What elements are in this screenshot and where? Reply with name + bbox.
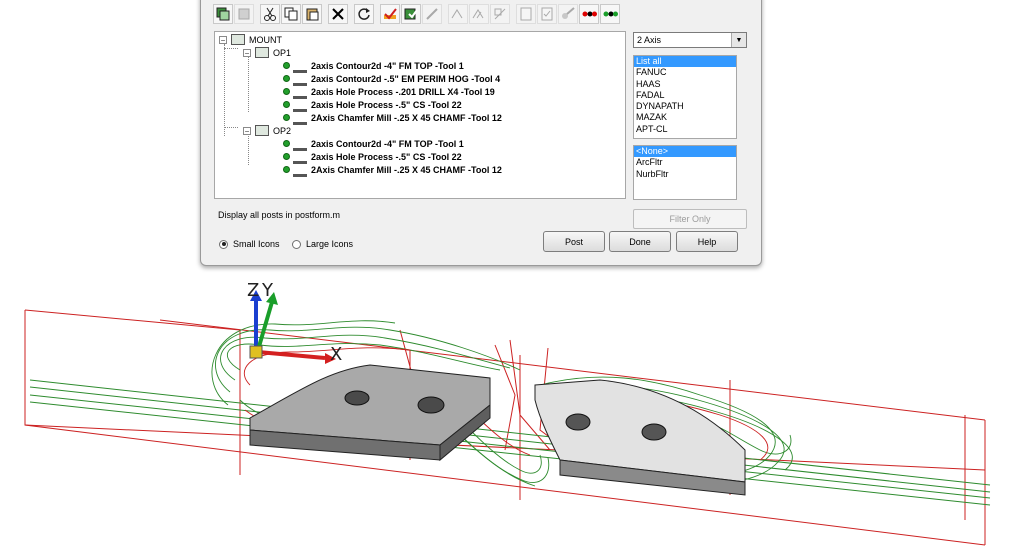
- tree-op1[interactable]: − OP1: [243, 46, 291, 59]
- document-icon[interactable]: [516, 4, 536, 24]
- status-dot-icon: [283, 101, 290, 108]
- mount-icon: [231, 34, 245, 45]
- post-process-icon[interactable]: [401, 4, 421, 24]
- tree-item[interactable]: 2axis Contour2d -4" FM TOP -Tool 1: [283, 137, 464, 151]
- status-dot-icon: [283, 166, 290, 173]
- verify-icon[interactable]: [380, 4, 400, 24]
- radio-unselected-icon[interactable]: [292, 239, 301, 249]
- paste-icon[interactable]: [302, 4, 322, 24]
- filter-list[interactable]: <None> ArcFltr NurbFltr: [633, 145, 737, 200]
- filter-only-button[interactable]: Filter Only: [633, 209, 747, 229]
- tree-op2[interactable]: − OP2: [243, 124, 291, 137]
- tree-root[interactable]: − MOUNT: [219, 33, 282, 46]
- tree-item[interactable]: 2axis Hole Process -.5" CS -Tool 22: [283, 150, 462, 164]
- dot-green-icon[interactable]: [600, 4, 620, 24]
- tree-item[interactable]: 2Axis Chamfer Mill -.25 X 45 CHAMF -Tool…: [283, 163, 502, 177]
- tool-lib-icon[interactable]: [448, 4, 468, 24]
- op-label: OP1: [273, 47, 292, 58]
- part-left: [249, 364, 491, 462]
- large-icons-option[interactable]: Large Icons: [292, 239, 353, 249]
- tree-item[interactable]: 2Axis Chamfer Mill -.25 X 45 CHAMF -Tool…: [283, 111, 502, 125]
- post-list-item[interactable]: FANUC: [634, 67, 736, 78]
- deselect-icon[interactable]: [234, 4, 254, 24]
- post-list-item[interactable]: HAAS: [634, 79, 736, 90]
- large-icons-label: Large Icons: [306, 239, 354, 249]
- done-button[interactable]: Done: [609, 231, 671, 252]
- small-icons-option[interactable]: Small Icons: [219, 239, 280, 249]
- status-dot-icon: [283, 62, 290, 69]
- collapse-icon[interactable]: −: [243, 48, 251, 57]
- tree-root-label: MOUNT: [249, 34, 282, 45]
- post-list[interactable]: List all FANUC HAAS FADAL DYNAPATH MAZAK…: [633, 55, 737, 139]
- status-dot-icon: [283, 75, 290, 82]
- status-dot-icon: [283, 88, 290, 95]
- axis-y-label: Y: [262, 280, 273, 301]
- status-dot-icon: [283, 153, 290, 160]
- operation-icon: [255, 47, 269, 58]
- toolpath-icon: [293, 137, 307, 151]
- status-dot-icon: [283, 140, 290, 147]
- select-all-icon[interactable]: [213, 4, 233, 24]
- tool-list-icon[interactable]: [469, 4, 489, 24]
- radio-selected-icon[interactable]: [219, 239, 228, 249]
- small-icons-label: Small Icons: [233, 239, 280, 249]
- sim-wand-icon[interactable]: [558, 4, 578, 24]
- toolpath-icon: [293, 111, 307, 125]
- tree-item[interactable]: 2axis Hole Process -.5" CS -Tool 22: [283, 98, 462, 112]
- copy-icon[interactable]: [281, 4, 301, 24]
- post-list-item[interactable]: DYNAPATH: [634, 101, 736, 112]
- post-list-item[interactable]: List all: [634, 56, 736, 68]
- toolpath-icon: [293, 59, 307, 73]
- toolpath-icon: [293, 150, 307, 164]
- tree-item[interactable]: 2axis Contour2d -.5" EM PERIM HOG -Tool …: [283, 72, 500, 86]
- cut-icon[interactable]: [260, 4, 280, 24]
- regenerate-icon[interactable]: [354, 4, 374, 24]
- dot-red-icon[interactable]: [579, 4, 599, 24]
- toolpath-icon: [293, 163, 307, 177]
- tree-item[interactable]: 2axis Contour2d -4" FM TOP -Tool 1: [283, 59, 464, 73]
- status-dot-icon: [283, 114, 290, 121]
- delete-icon[interactable]: [328, 4, 348, 24]
- simulate-icon[interactable]: [422, 4, 442, 24]
- part-right: [534, 379, 746, 496]
- op-label: OP2: [273, 125, 292, 136]
- axis-triad: [249, 290, 336, 364]
- tree-item[interactable]: 2axis Hole Process -.201 DRILL X4 -Tool …: [283, 85, 495, 99]
- toolpath-icon: [293, 72, 307, 86]
- filter-list-item[interactable]: <None>: [634, 146, 736, 158]
- post-dialog: − MOUNT − OP1 2axis Contour2d -4" FM TOP…: [200, 0, 762, 266]
- toolpath-icon: [293, 98, 307, 112]
- axis-x-label: X: [330, 344, 343, 365]
- chevron-down-icon[interactable]: ▼: [731, 33, 746, 47]
- toolpath-icon: [293, 85, 307, 99]
- axis-z-label: Z: [247, 280, 260, 301]
- post-list-item[interactable]: APT-CL: [634, 124, 736, 135]
- collapse-icon[interactable]: −: [243, 126, 251, 135]
- help-button[interactable]: Help: [676, 231, 738, 252]
- post-type-select[interactable]: 2 Axis ▼: [633, 32, 747, 48]
- operation-icon: [255, 125, 269, 136]
- post-button[interactable]: Post: [543, 231, 605, 252]
- post-list-item[interactable]: MAZAK: [634, 112, 736, 123]
- post-list-item[interactable]: FADAL: [634, 90, 736, 101]
- collapse-icon[interactable]: −: [219, 35, 227, 44]
- filter-list-item[interactable]: ArcFltr: [634, 157, 736, 168]
- tool-edit-icon[interactable]: [490, 4, 510, 24]
- stock-rails: [29, 379, 991, 506]
- dialog-toolbar: [213, 4, 620, 26]
- post-type-value: 2 Axis: [637, 35, 662, 45]
- filter-list-item[interactable]: NurbFltr: [634, 169, 736, 180]
- status-text: Display all posts in postform.m: [218, 210, 341, 220]
- operations-tree[interactable]: − MOUNT − OP1 2axis Contour2d -4" FM TOP…: [214, 31, 626, 199]
- settings-icon[interactable]: [537, 4, 557, 24]
- fixture-outline: [24, 309, 986, 546]
